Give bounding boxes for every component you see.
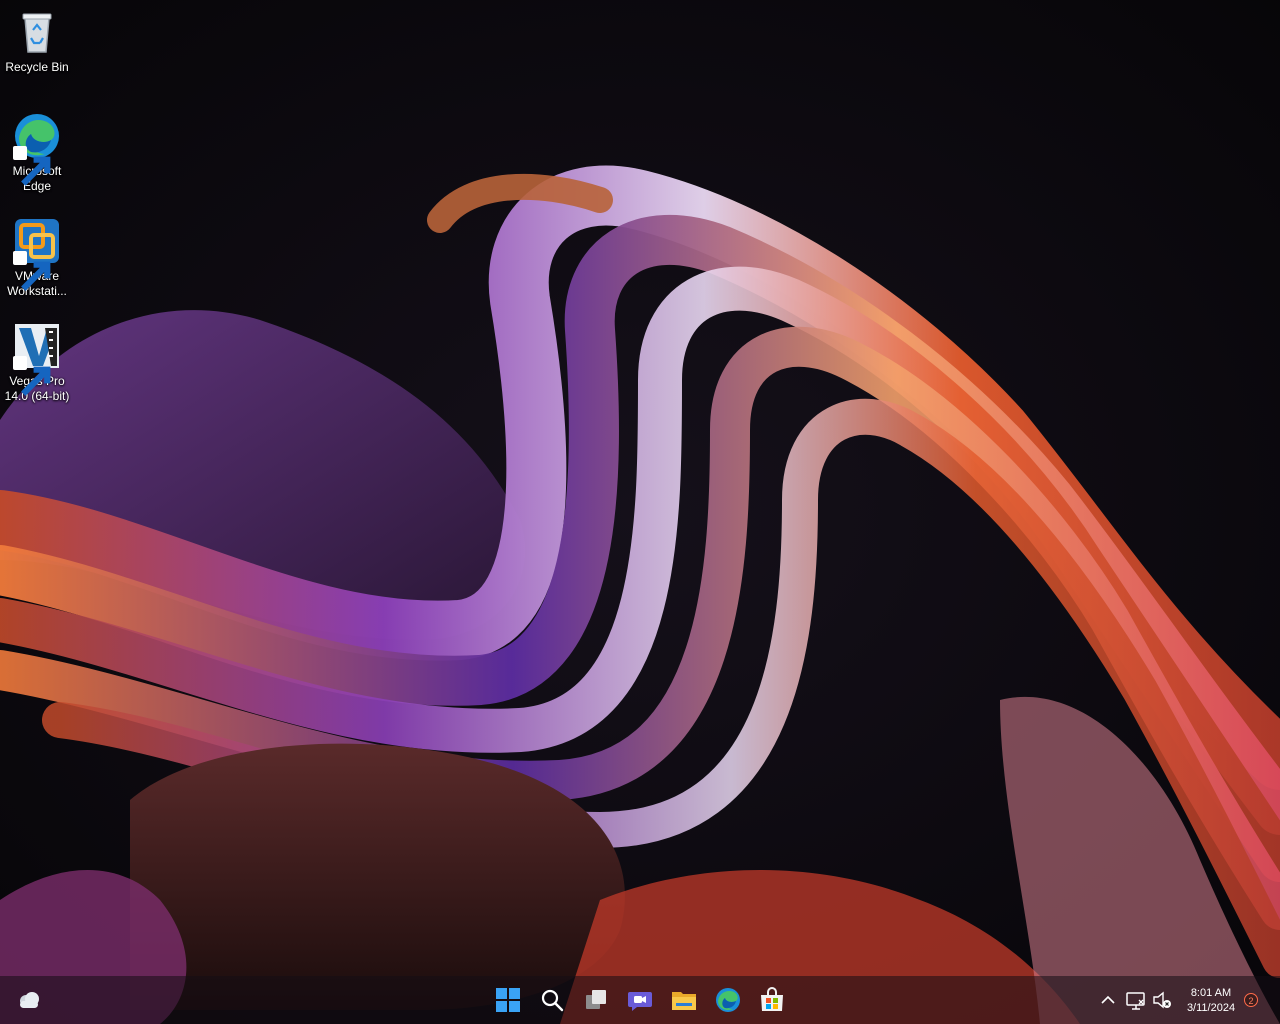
file-explorer-icon: [672, 992, 696, 1010]
desktop-wallpaper: [0, 0, 1280, 1024]
notification-count-badge[interactable]: 2: [1244, 993, 1258, 1007]
desktop-icon-label: Recycle Bin: [5, 60, 69, 74]
clock-time: 8:01 AM: [1190, 987, 1232, 999]
edge-icon: [13, 112, 61, 186]
store-icon: [761, 987, 783, 1011]
shortcut-arrow-icon: [13, 251, 51, 291]
edge-taskbar-button[interactable]: [712, 984, 744, 1016]
desktop-icon-recycle-bin[interactable]: Recycle Bin: [2, 8, 72, 75]
windows-start-icon: [496, 988, 520, 1012]
chat-icon: [628, 992, 652, 1011]
network-icon: [1126, 992, 1145, 1010]
task-view-button[interactable]: [580, 984, 612, 1016]
vegas-pro-icon: [13, 322, 61, 396]
volume-button[interactable]: [1150, 984, 1174, 1016]
desktop-icon-vmware-workstation[interactable]: VMware Workstati...: [2, 217, 72, 299]
shortcut-arrow-icon: [13, 146, 51, 186]
network-button[interactable]: [1124, 984, 1148, 1016]
search-icon: [541, 989, 564, 1012]
start-button[interactable]: [492, 984, 524, 1016]
recycle-bin-icon: [13, 8, 61, 56]
edge-icon: [716, 988, 740, 1012]
weather-widget-button[interactable]: [12, 984, 44, 1016]
desktop-icon-vegas-pro[interactable]: Vegas Pro 14.0 (64-bit): [2, 322, 72, 404]
file-explorer-button[interactable]: [668, 984, 700, 1016]
store-button[interactable]: [756, 984, 788, 1016]
search-button[interactable]: [536, 984, 568, 1016]
shortcut-arrow-icon: [13, 356, 51, 396]
vmware-icon: [13, 217, 61, 291]
weather-cloud-icon: [20, 992, 39, 1008]
chat-button[interactable]: [624, 984, 656, 1016]
clock-date: 3/11/2024: [1186, 1002, 1236, 1014]
clock[interactable]: 8:01 AM 3/11/2024: [1178, 986, 1244, 1016]
desktop-icon-microsoft-edge[interactable]: Microsoft Edge: [2, 112, 72, 194]
volume-muted-icon: [1153, 991, 1171, 1009]
taskbar: [0, 976, 1280, 1024]
task-view-icon: [586, 990, 606, 1009]
chevron-up-icon: [1101, 995, 1115, 1004]
show-hidden-icons-button[interactable]: [1096, 984, 1120, 1016]
